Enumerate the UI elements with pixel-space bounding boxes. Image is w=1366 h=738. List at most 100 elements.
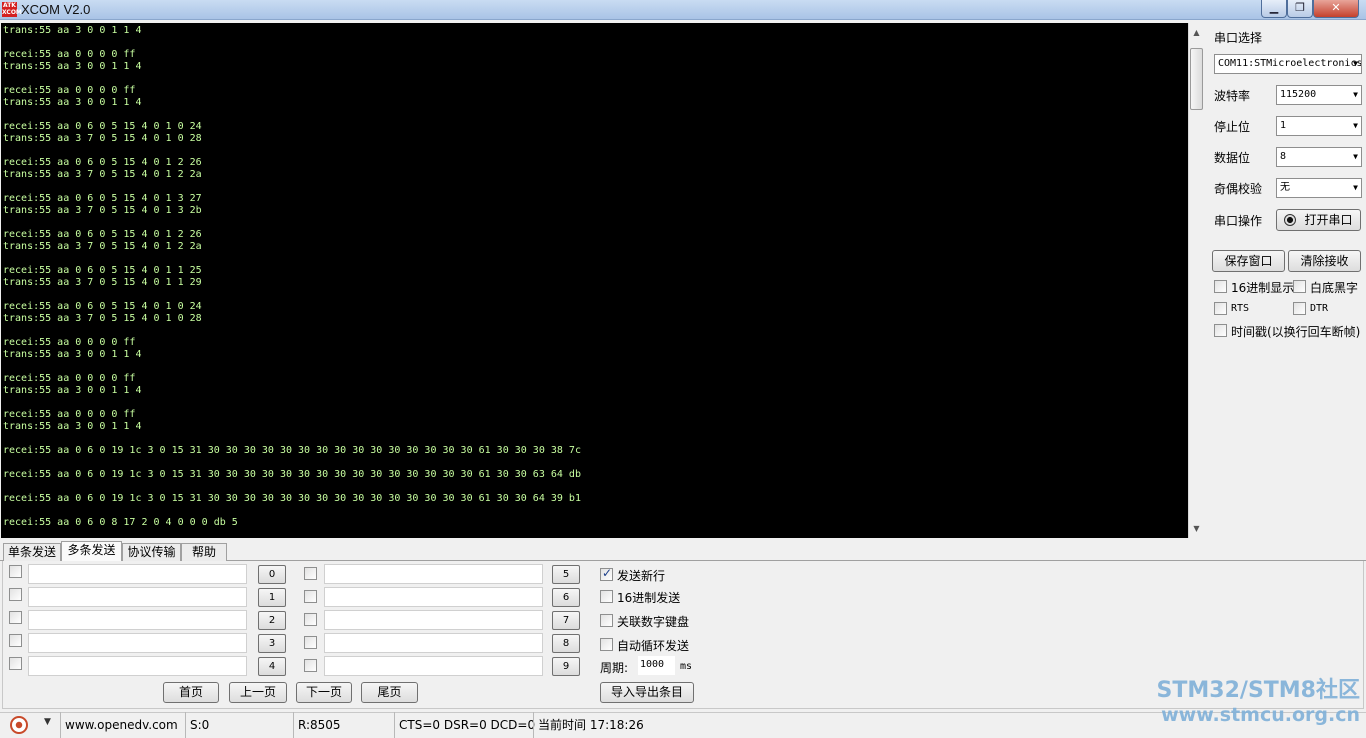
status-sent-count: S:0 (185, 712, 288, 738)
port-select-label: 串口选择 (1214, 31, 1263, 45)
chevron-down-icon: ▼ (1353, 90, 1358, 99)
send-row-button[interactable]: 0 (258, 565, 286, 584)
send-newline-label: 发送新行 (617, 569, 666, 583)
send-row-input[interactable] (324, 656, 543, 676)
chevron-down-icon[interactable]: ▼ (44, 717, 51, 727)
send-row-checkbox[interactable] (9, 588, 22, 601)
parity-label: 奇偶校验 (1214, 182, 1263, 196)
status-received-count: R:8505 (293, 712, 393, 738)
send-row-checkbox[interactable] (9, 657, 22, 670)
minimize-button[interactable]: ▁ (1261, 0, 1287, 18)
dtr-checkbox[interactable] (1293, 302, 1306, 315)
terminal-line: trans:55 aa 3 0 0 1 1 4 (3, 421, 142, 432)
send-row-checkbox[interactable] (9, 611, 22, 624)
last-page-button[interactable]: 尾页 (361, 682, 418, 703)
data-bits-select[interactable]: 8 ▼ (1276, 147, 1362, 167)
terminal-line: recei:55 aa 0 0 0 0 ff (3, 409, 136, 420)
white-bg-checkbox[interactable] (1293, 280, 1306, 293)
hex-display-label: 16进制显示 (1231, 281, 1295, 295)
terminal-line: recei:55 aa 0 0 0 0 ff (3, 337, 136, 348)
period-label: 周期: (600, 661, 629, 675)
send-row-input[interactable] (324, 633, 543, 653)
send-row-button[interactable]: 5 (552, 565, 580, 584)
send-row-checkbox[interactable] (304, 590, 317, 603)
send-row-button[interactable]: 9 (552, 657, 580, 676)
maximize-button[interactable]: ❐ (1287, 0, 1313, 18)
chevron-down-icon: ▼ (1353, 183, 1358, 192)
window-title: XCOM V2.0 (21, 2, 91, 17)
send-row-input[interactable] (324, 610, 543, 630)
send-row-checkbox[interactable] (9, 565, 22, 578)
period-input[interactable]: 1000 (638, 656, 675, 675)
rts-checkbox[interactable] (1214, 302, 1227, 315)
send-row-button[interactable]: 3 (258, 634, 286, 653)
parity-select[interactable]: 无 ▼ (1276, 178, 1362, 198)
send-row-input[interactable] (28, 610, 247, 630)
send-row-input[interactable] (28, 564, 247, 584)
send-row-button[interactable]: 1 (258, 588, 286, 607)
import-export-button[interactable]: 导入导出条目 (600, 682, 694, 703)
send-row-checkbox[interactable] (304, 567, 317, 580)
scroll-up-icon[interactable]: ▲ (1189, 25, 1204, 41)
send-row-input[interactable] (28, 656, 247, 676)
receive-scrollbar[interactable]: ▲ ▼ (1188, 23, 1204, 538)
watermark-line2: www.stmcu.org.cn (1161, 704, 1360, 726)
link-keypad-checkbox[interactable] (600, 614, 613, 627)
status-lines: CTS=0 DSR=0 DCD=0 (394, 712, 535, 738)
tab-single-send[interactable]: 单条发送 (3, 543, 61, 561)
terminal-line: trans:55 aa 3 0 0 1 1 4 (3, 385, 142, 396)
period-unit: ms (680, 661, 693, 672)
watermark: STM32/STM8社区 www.stmcu.org.cn (1134, 678, 1360, 726)
open-port-button[interactable]: 打开串口 (1276, 209, 1361, 231)
hex-send-checkbox[interactable] (600, 590, 613, 603)
prev-page-button[interactable]: 上一页 (229, 682, 287, 703)
timestamp-checkbox[interactable] (1214, 324, 1227, 337)
send-row-button[interactable]: 7 (552, 611, 580, 630)
send-row-checkbox[interactable] (9, 634, 22, 647)
close-button[interactable]: ✕ (1313, 0, 1359, 18)
baud-select[interactable]: 115200 ▼ (1276, 85, 1362, 105)
terminal-line: recei:55 aa 0 6 0 19 1c 3 0 15 31 30 30 … (3, 445, 581, 456)
send-row-input[interactable] (28, 587, 247, 607)
status-url[interactable]: www.openedv.com (60, 712, 184, 738)
clear-receive-button[interactable]: 清除接收 (1288, 250, 1361, 272)
next-page-button[interactable]: 下一页 (296, 682, 352, 703)
auto-loop-checkbox[interactable] (600, 638, 613, 651)
terminal-line: trans:55 aa 3 0 0 1 1 4 (3, 25, 142, 36)
send-row-button[interactable]: 8 (552, 634, 580, 653)
send-row-input[interactable] (324, 587, 543, 607)
tab-help[interactable]: 帮助 (181, 543, 227, 561)
scroll-down-icon[interactable]: ▼ (1189, 521, 1204, 537)
send-row-checkbox[interactable] (304, 636, 317, 649)
first-page-button[interactable]: 首页 (163, 682, 219, 703)
save-window-button[interactable]: 保存窗口 (1212, 250, 1285, 272)
scroll-thumb[interactable] (1190, 48, 1203, 110)
send-newline-checkbox[interactable] (600, 566, 613, 581)
gear-icon[interactable] (10, 716, 28, 734)
white-bg-label: 白底黑字 (1310, 281, 1359, 295)
stop-bits-select[interactable]: 1 ▼ (1276, 116, 1362, 136)
port-status-icon (1284, 214, 1297, 226)
send-row-input[interactable] (28, 633, 247, 653)
terminal-line: recei:55 aa 0 0 0 0 ff (3, 85, 136, 96)
hex-display-checkbox[interactable] (1214, 280, 1227, 293)
terminal-line: trans:55 aa 3 7 0 5 15 4 0 1 3 2b (3, 205, 202, 216)
send-row-checkbox[interactable] (304, 613, 317, 626)
terminal-line: trans:55 aa 3 7 0 5 15 4 0 1 0 28 (3, 133, 202, 144)
send-row-button[interactable]: 4 (258, 657, 286, 676)
tab-multi-send[interactable]: 多条发送 (61, 541, 122, 561)
receive-area[interactable]: trans:55 aa 3 0 0 1 1 4 recei:55 aa 0 0 0… (1, 23, 1188, 538)
send-row-button[interactable]: 2 (258, 611, 286, 630)
port-select[interactable]: COM11:STMicroelectronics ▼ (1214, 54, 1362, 74)
send-row-checkbox[interactable] (304, 659, 317, 672)
send-row-input[interactable] (324, 564, 543, 584)
terminal-line: recei:55 aa 0 6 0 5 15 4 0 1 2 26 (3, 157, 202, 168)
send-row-button[interactable]: 6 (552, 588, 580, 607)
status-time: 当前时间 17:18:26 (533, 712, 673, 738)
tab-protocol[interactable]: 协议传输 (122, 543, 181, 561)
terminal-line: recei:55 aa 0 0 0 0 ff (3, 49, 136, 60)
